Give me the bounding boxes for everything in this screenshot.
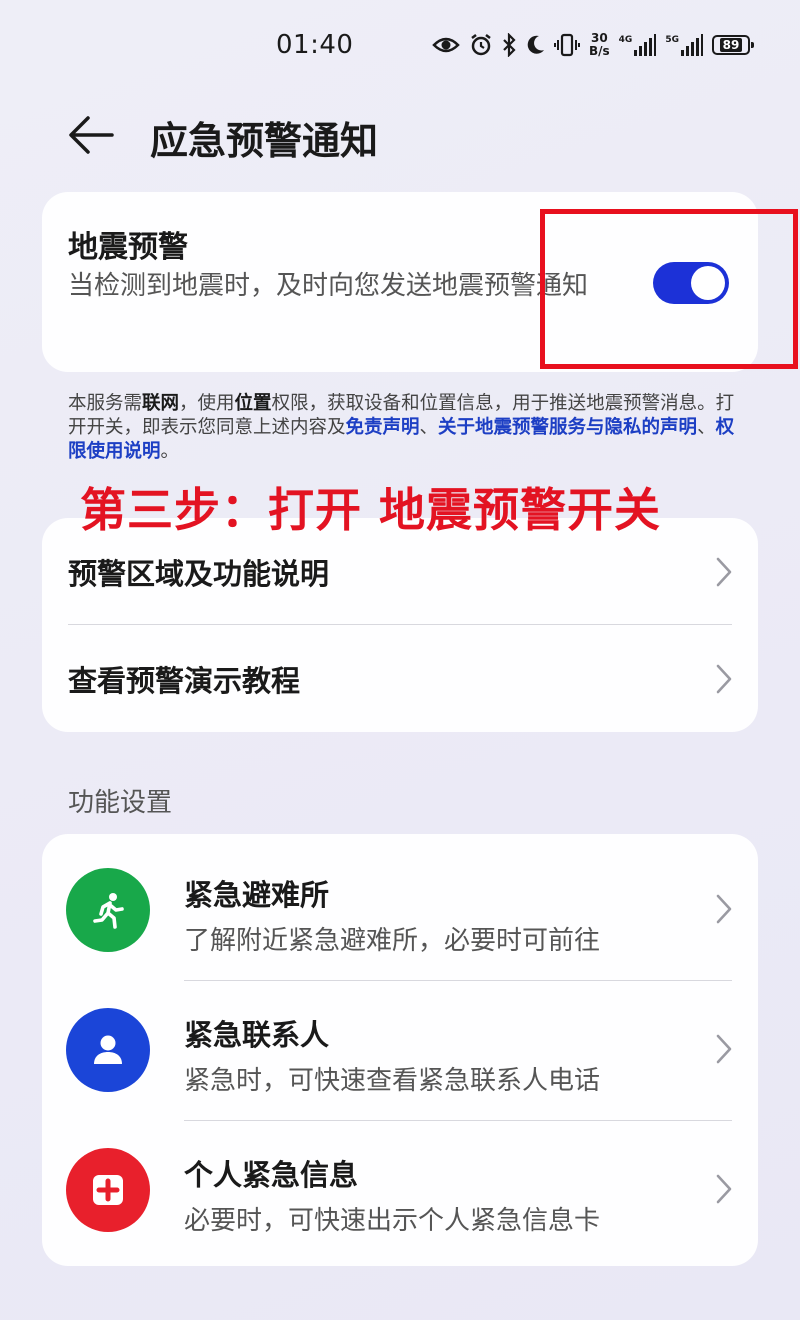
- signal-sim2-label: 5G: [665, 35, 679, 45]
- feature-description: 必要时，可快速出示个人紧急信息卡: [184, 1206, 601, 1236]
- earthquake-warning-title: 地震预警: [68, 230, 188, 265]
- row-label: 查看预警演示教程: [68, 663, 301, 698]
- step-annotation-caption: 第三步：打开 地震预警开关: [80, 483, 662, 537]
- battery-level: 89: [719, 38, 743, 52]
- notice-text: ，使用: [179, 393, 235, 414]
- feature-title: 紧急避难所: [184, 878, 330, 912]
- person-icon: [66, 1008, 150, 1092]
- feature-description: 紧急时，可快速查看紧急联系人电话: [184, 1066, 601, 1096]
- chevron-right-icon: [716, 894, 732, 924]
- emergency-contacts-row[interactable]: 紧急联系人 紧急时，可快速查看紧急联系人电话: [42, 980, 758, 1120]
- section-label-feature-settings: 功能设置: [68, 788, 173, 818]
- privacy-statement-link[interactable]: 关于地震预警服务与隐私的声明: [438, 417, 697, 438]
- row-label: 预警区域及功能说明: [68, 556, 330, 591]
- chevron-right-icon: [716, 557, 732, 586]
- notice-bold-network: 联网: [142, 393, 180, 414]
- status-bar: 01:40 30 B/s 4G 5G 89: [0, 0, 800, 92]
- signal-sim2: 5G: [665, 34, 703, 56]
- chevron-right-icon: [716, 1174, 732, 1204]
- network-speed: 30 B/s: [589, 32, 610, 58]
- notice-text: 本服务需: [68, 393, 143, 414]
- annotation-highlight-box: [540, 209, 798, 369]
- notice-text: 。: [160, 441, 180, 462]
- alarm-icon: [469, 33, 493, 57]
- signal-sim1: 4G: [619, 34, 657, 56]
- status-time: 01:40: [276, 30, 354, 60]
- personal-emergency-info-row[interactable]: 个人紧急信息 必要时，可快速出示个人紧急信息卡: [42, 1120, 758, 1266]
- notice-bold-location: 位置: [234, 393, 272, 414]
- feature-title: 紧急联系人: [184, 1018, 330, 1052]
- page-title: 应急预警通知: [150, 119, 379, 163]
- demo-tutorial-row[interactable]: 查看预警演示教程: [42, 625, 758, 732]
- chevron-right-icon: [716, 664, 732, 693]
- service-notice: 本服务需联网，使用位置权限，获取设备和位置信息，用于推送地震预警消息。打开开关，…: [68, 392, 748, 464]
- medical-cross-icon: [66, 1148, 150, 1232]
- signal-icon: [680, 34, 703, 56]
- signal-sim1-label: 4G: [618, 35, 633, 45]
- battery-icon: 89: [711, 35, 754, 55]
- info-links-card: 预警区域及功能说明 查看预警演示教程: [42, 518, 758, 732]
- earthquake-warning-description: 当检测到地震时，及时向您发送地震预警通知: [68, 271, 589, 301]
- running-person-icon: [66, 868, 150, 952]
- bluetooth-icon: [502, 33, 516, 57]
- back-button[interactable]: [66, 112, 116, 158]
- disclaimer-link[interactable]: 免责声明: [346, 417, 420, 438]
- chevron-right-icon: [716, 1034, 732, 1064]
- eye-icon: [432, 35, 460, 55]
- notice-text: 、: [697, 417, 716, 438]
- status-icons: 30 B/s 4G 5G 89: [432, 32, 754, 58]
- feature-title: 个人紧急信息: [184, 1158, 359, 1192]
- net-speed-unit: B/s: [589, 44, 610, 58]
- vibrate-icon: [554, 33, 580, 57]
- feature-description: 了解附近紧急避难所，必要时可前往: [184, 926, 601, 956]
- emergency-shelter-row[interactable]: 紧急避难所 了解附近紧急避难所，必要时可前往: [42, 834, 758, 980]
- signal-icon: [634, 34, 657, 56]
- moon-icon: [525, 34, 545, 56]
- arrow-left-icon: [69, 116, 114, 154]
- feature-settings-card: 紧急避难所 了解附近紧急避难所，必要时可前往 紧急联系人 紧急时，可快速查看紧急…: [42, 834, 758, 1266]
- notice-text: 、: [419, 417, 439, 438]
